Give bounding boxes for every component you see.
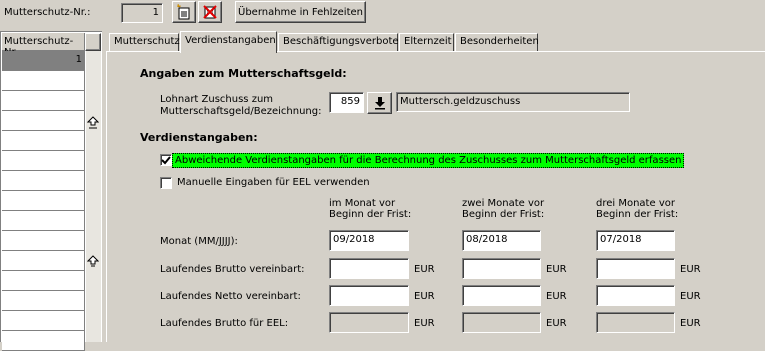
table-row[interactable] bbox=[2, 111, 85, 131]
col3-header-line2: Beginn der Frist: bbox=[596, 209, 679, 220]
abweichende-verdienstangaben-checkbox[interactable] bbox=[160, 154, 172, 166]
new-record-button[interactable] bbox=[172, 1, 196, 23]
brutto-eel-label: Laufendes Brutto für EEL: bbox=[160, 318, 289, 329]
scroll-page-down-icon[interactable] bbox=[86, 255, 100, 269]
tab-verdienstangaben[interactable]: Verdienstangaben bbox=[180, 31, 277, 53]
lohnart-label-line1: Lohnart Zuschuss zum bbox=[160, 94, 274, 105]
table-row[interactable] bbox=[2, 131, 85, 151]
delete-record-button[interactable] bbox=[198, 1, 222, 23]
scroll-page-up-icon[interactable] bbox=[86, 116, 100, 130]
brutto-eel-col2-currency: EUR bbox=[546, 318, 567, 329]
brutto-col1-currency: EUR bbox=[414, 264, 435, 275]
brutto-eel-col2-input bbox=[462, 312, 541, 333]
brutto-label: Laufendes Brutto vereinbart: bbox=[160, 264, 305, 275]
monat-col1-input[interactable]: 09/2018 bbox=[329, 230, 409, 251]
table-row[interactable] bbox=[2, 91, 85, 111]
table-row[interactable] bbox=[2, 331, 85, 351]
table-row[interactable] bbox=[2, 171, 85, 191]
tab-mutterschutz[interactable]: Mutterschutz bbox=[109, 33, 180, 51]
netto-col1-input[interactable] bbox=[329, 285, 409, 306]
brutto-eel-col1-input bbox=[329, 312, 409, 333]
col2-header-line2: Beginn der Frist: bbox=[462, 209, 545, 220]
manuelle-eingaben-eel-label[interactable]: Manuelle Eingaben für EEL verwenden bbox=[177, 177, 370, 188]
table-row[interactable] bbox=[2, 251, 85, 271]
brutto-eel-col3-currency: EUR bbox=[680, 318, 701, 329]
table-row[interactable] bbox=[2, 291, 85, 311]
brutto-col3-input[interactable] bbox=[596, 258, 675, 279]
col1-header-line1: im Monat vor bbox=[329, 198, 396, 209]
transfer-to-absences-button[interactable]: Übernahme in Fehlzeiten bbox=[235, 1, 366, 23]
abweichende-verdienstangaben-label[interactable]: Abweichende Verdienstangaben für die Ber… bbox=[172, 153, 685, 168]
netto-label: Laufendes Netto vereinbart: bbox=[160, 291, 301, 302]
brutto-eel-col3-input bbox=[596, 312, 675, 333]
netto-col3-input[interactable] bbox=[596, 285, 675, 306]
scroll-up-button[interactable] bbox=[85, 33, 101, 51]
monat-label: Monat (MM/JJJJ): bbox=[160, 236, 238, 247]
grid-scrollbar[interactable] bbox=[85, 33, 101, 342]
monat-col2-input[interactable]: 08/2018 bbox=[462, 230, 541, 251]
tab-beschaeftigungsverbote[interactable]: Beschäftigungsverbote bbox=[278, 33, 399, 51]
table-row[interactable] bbox=[2, 311, 85, 331]
table-row[interactable] bbox=[2, 211, 85, 231]
checkmark-icon bbox=[161, 156, 171, 165]
mutterschutz-nr-label: Mutterschutz-Nr.: bbox=[4, 7, 91, 18]
table-row[interactable] bbox=[2, 271, 85, 291]
tab-besonderheiten[interactable]: Besonderheiten bbox=[455, 33, 539, 51]
netto-col1-currency: EUR bbox=[414, 291, 435, 302]
table-row[interactable] bbox=[2, 191, 85, 211]
brutto-col3-currency: EUR bbox=[680, 264, 701, 275]
section-verdienstangaben-title: Verdienstangaben: bbox=[140, 131, 258, 144]
mutterschutz-nr-field[interactable]: 1 bbox=[121, 3, 163, 23]
lohnart-label-line2: Mutterschaftsgeld/Bezeichnung: bbox=[160, 106, 322, 117]
brutto-col2-currency: EUR bbox=[546, 264, 567, 275]
netto-col3-currency: EUR bbox=[680, 291, 701, 302]
grid-row-selected[interactable]: 1 bbox=[2, 51, 85, 71]
table-row[interactable] bbox=[2, 71, 85, 91]
tab-elternzeit[interactable]: Elternzeit bbox=[399, 33, 454, 51]
lohnart-description-field: Muttersch.geldzuschuss bbox=[396, 92, 630, 112]
table-row[interactable] bbox=[2, 151, 85, 171]
brutto-col1-input[interactable] bbox=[329, 258, 409, 279]
col2-header-line1: zwei Monate vor bbox=[462, 198, 545, 209]
netto-col2-input[interactable] bbox=[462, 285, 541, 306]
brutto-col2-input[interactable] bbox=[462, 258, 541, 279]
delete-record-icon bbox=[203, 5, 217, 19]
lohnart-lookup-button[interactable] bbox=[367, 92, 392, 114]
manuelle-eingaben-eel-checkbox[interactable] bbox=[160, 177, 172, 189]
lohnart-code-input[interactable]: 859 bbox=[329, 92, 364, 113]
new-record-icon bbox=[176, 4, 190, 20]
netto-col2-currency: EUR bbox=[546, 291, 567, 302]
brutto-eel-col1-currency: EUR bbox=[414, 318, 435, 329]
download-arrow-icon bbox=[374, 97, 385, 110]
col1-header-line2: Beginn der Frist: bbox=[329, 209, 412, 220]
table-row[interactable] bbox=[2, 231, 85, 251]
col3-header-line1: drei Monate vor bbox=[596, 198, 675, 209]
monat-col3-input[interactable]: 07/2018 bbox=[596, 230, 675, 251]
section-mutterschaftsgeld-title: Angaben zum Mutterschaftsgeld: bbox=[140, 67, 347, 80]
grid-header: Mutterschutz-Nr. bbox=[2, 33, 85, 58]
